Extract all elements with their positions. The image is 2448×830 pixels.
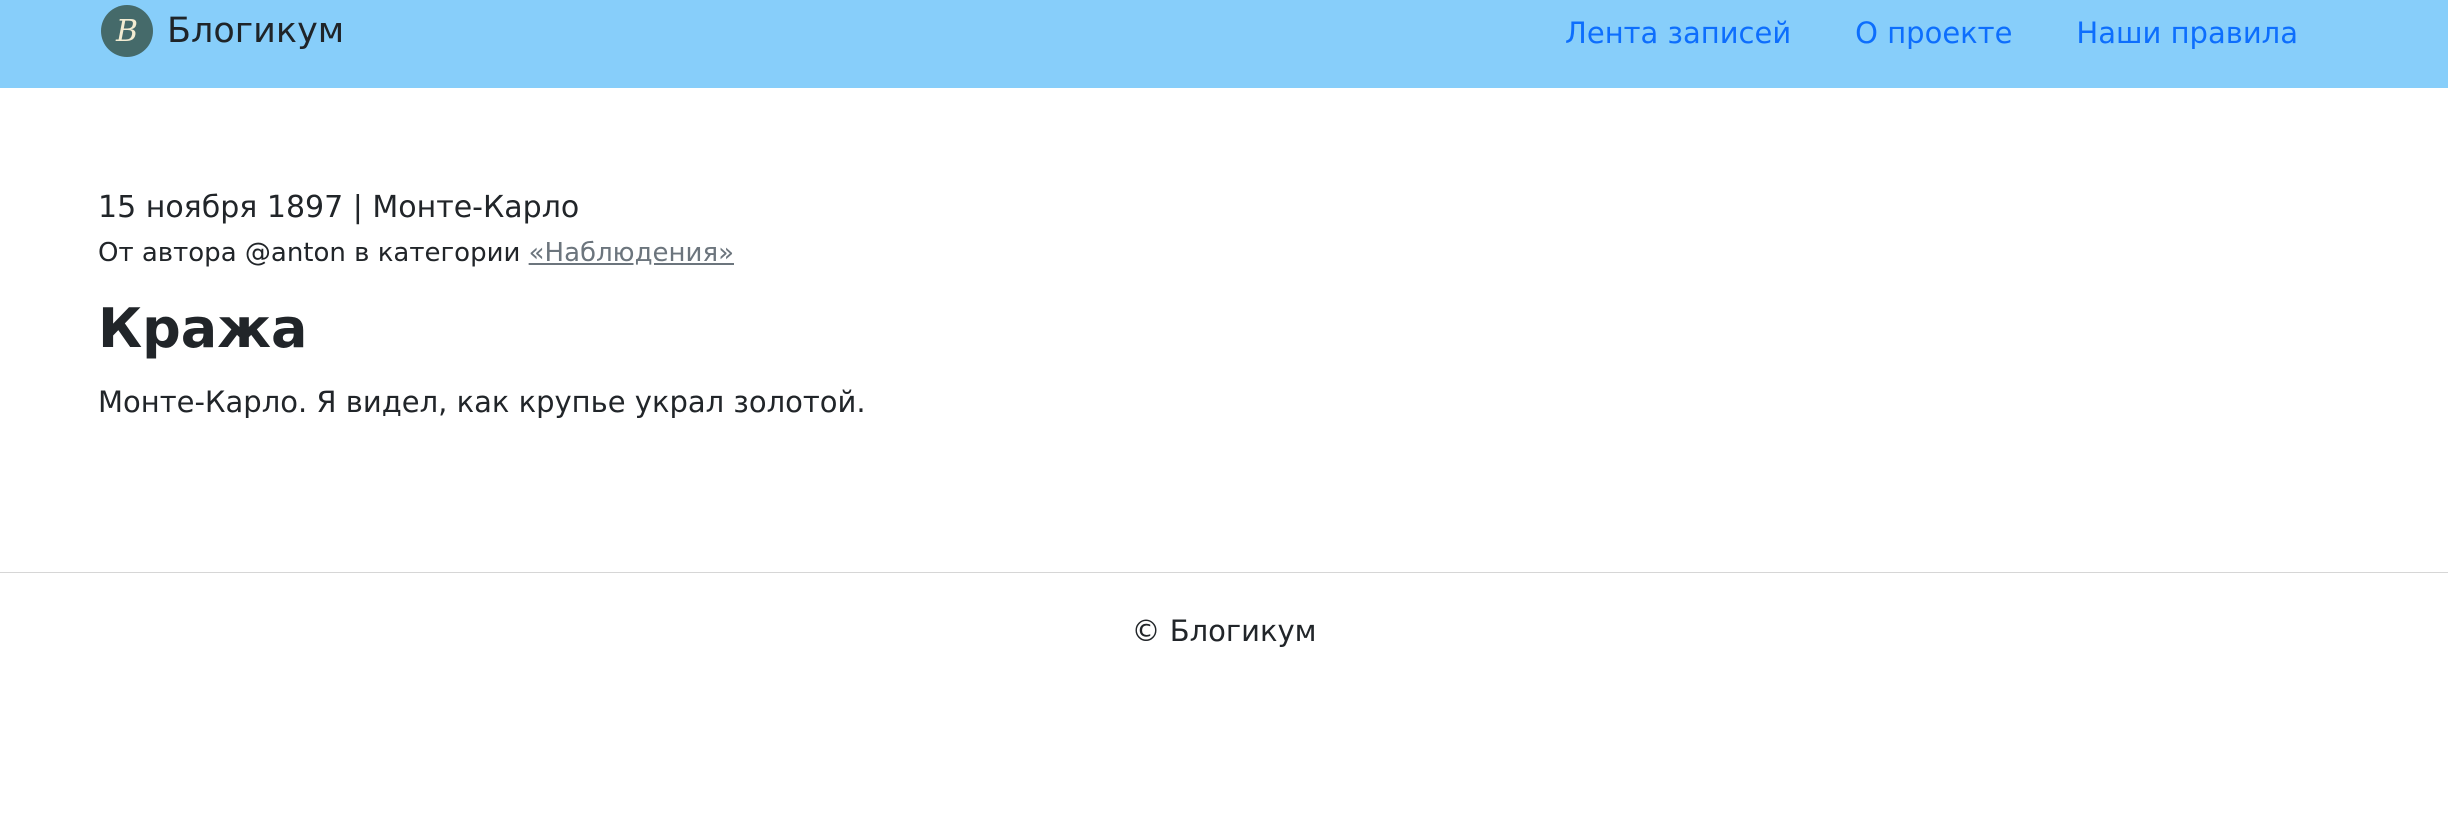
- nav-link-about[interactable]: О проекте: [1855, 16, 2012, 50]
- brand-logo-icon: B: [101, 5, 153, 57]
- post: 15 ноября 1897 | Монте-Карло От автора @…: [98, 186, 2298, 424]
- post-author-prefix: От автора @anton в категории: [98, 238, 521, 268]
- post-title: Кража: [98, 297, 308, 360]
- brand-logo-letter: B: [115, 14, 138, 49]
- post-author-line: От автора @anton в категории «Наблюдения…: [98, 234, 2298, 272]
- main-nav: Лента записей О проекте Наши правила: [1501, 0, 2298, 66]
- post-date-location: 15 ноября 1897 | Монте-Карло: [98, 190, 580, 225]
- footer: © Блогикум: [0, 572, 2448, 651]
- post-category-link[interactable]: «Наблюдения»: [529, 238, 734, 268]
- post-text: Монте-Карло. Я видел, как крупье украл з…: [98, 385, 866, 419]
- nav-link-rules[interactable]: Наши правила: [2076, 16, 2298, 50]
- brand-home-link[interactable]: B Блогикум: [101, 5, 344, 57]
- footer-copyright: © Блогикум: [1131, 614, 1317, 648]
- brand-name: Блогикум: [167, 11, 345, 51]
- navbar: B Блогикум Лента записей О проекте Наши …: [0, 0, 2448, 88]
- nav-link-feed[interactable]: Лента записей: [1565, 16, 1791, 50]
